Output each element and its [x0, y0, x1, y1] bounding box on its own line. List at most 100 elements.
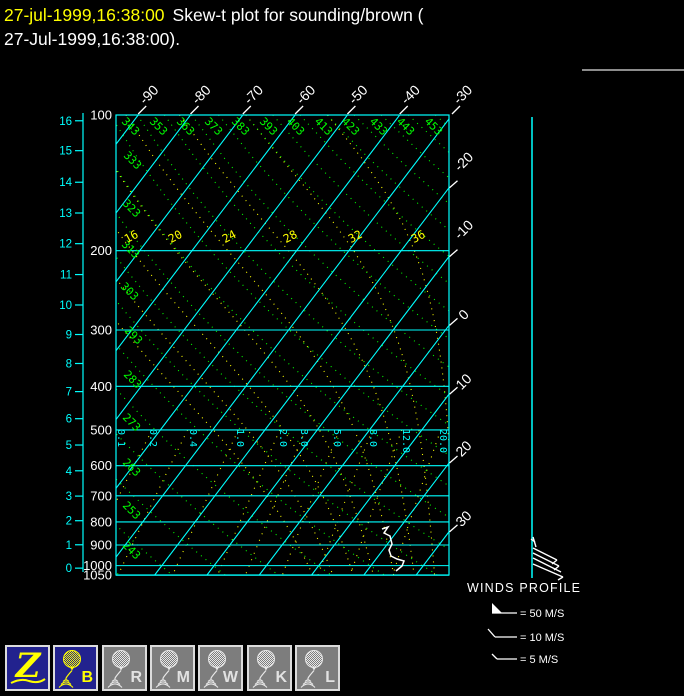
svg-text:-50: -50 — [345, 82, 371, 108]
svg-text:-10: -10 — [451, 217, 477, 243]
svg-text:20: 20 — [452, 437, 474, 459]
svg-text:343: 343 — [119, 115, 142, 138]
svg-text:1050: 1050 — [83, 568, 112, 583]
svg-text:32: 32 — [346, 227, 365, 246]
isotherms — [116, 115, 449, 575]
wind-barbs — [530, 536, 564, 581]
svg-text:2: 2 — [66, 516, 72, 528]
svg-text:28: 28 — [281, 227, 300, 246]
svg-text:8.0: 8.0 — [367, 429, 378, 447]
skew-t-plot: 1002003004005006007008009001000105016151… — [59, 69, 684, 666]
svg-text:400: 400 — [90, 379, 112, 394]
svg-text:0.1: 0.1 — [115, 429, 126, 447]
svg-text:800: 800 — [90, 514, 112, 529]
toolbar-button-sounding-b[interactable]: B — [53, 645, 98, 691]
svg-text:0.4: 0.4 — [187, 429, 198, 447]
svg-text:353: 353 — [147, 115, 170, 138]
svg-text:403: 403 — [284, 115, 307, 138]
svg-text:-80: -80 — [188, 82, 214, 108]
svg-text:24: 24 — [220, 227, 239, 246]
toolbar-button-letter: M — [176, 669, 190, 686]
plot-lines — [116, 115, 449, 575]
toolbar-button-zebra-logo[interactable]: Z — [5, 645, 50, 691]
svg-text:= 50 M/S: = 50 M/S — [520, 608, 564, 620]
svg-text:700: 700 — [90, 488, 112, 503]
mixing-ratio-labels: 0.1 0.2 0.4 1.0 2.0 3.0 5.0 8.0 12.0 20.0 — [115, 429, 448, 453]
svg-text:36: 36 — [409, 227, 428, 246]
toolbar-button-letter: L — [325, 669, 335, 686]
svg-text:243: 243 — [120, 539, 143, 562]
svg-text:0: 0 — [455, 306, 472, 323]
svg-text:20: 20 — [166, 227, 185, 246]
svg-text:-90: -90 — [136, 82, 162, 108]
moist-adiabat-labels: 16 20 24 28 32 36 — [122, 227, 428, 246]
svg-text:15: 15 — [59, 146, 72, 158]
dry-adiabats — [116, 115, 449, 575]
svg-text:4: 4 — [66, 466, 73, 478]
sounding-trace — [381, 525, 406, 572]
toolbar-button-letter: B — [81, 669, 93, 686]
toolbar-button-sounding-l[interactable]: L — [295, 645, 340, 691]
svg-text:8: 8 — [66, 358, 72, 370]
svg-text:373: 373 — [202, 115, 225, 138]
svg-text:12: 12 — [59, 239, 72, 251]
svg-text:1.0: 1.0 — [234, 429, 245, 447]
svg-text:5: 5 — [66, 440, 72, 452]
svg-text:413: 413 — [312, 115, 335, 138]
title-line-2: 27-Jul-1999,16:38:00). — [4, 29, 181, 49]
svg-text:393: 393 — [257, 115, 280, 138]
svg-text:383: 383 — [229, 115, 252, 138]
toolbar-button-letter: W — [222, 669, 238, 686]
radiosonde-balloon-icon — [300, 650, 323, 688]
svg-text:1: 1 — [66, 540, 72, 552]
toolbar-button-sounding-m[interactable]: M — [150, 645, 195, 691]
svg-text:14: 14 — [59, 177, 72, 189]
toolbar-button-letter: K — [275, 669, 287, 686]
svg-text:-70: -70 — [240, 82, 266, 108]
svg-text:3.0: 3.0 — [298, 429, 309, 447]
toolbar-button-sounding-r[interactable]: R — [102, 645, 147, 691]
plot-title: 27-jul-1999,16:38:00 Skew-t plot for soun… — [4, 3, 424, 51]
svg-text:= 10 M/S: = 10 M/S — [520, 632, 564, 644]
toolbar-button-sounding-k[interactable]: K — [247, 645, 292, 691]
title-line-1: 27-jul-1999,16:38:00 Skew-t plot for soun… — [4, 3, 424, 27]
svg-text:6: 6 — [66, 414, 72, 426]
svg-text:-30: -30 — [450, 82, 476, 108]
title-text: Skew-t plot for sounding/brown ( — [172, 5, 424, 25]
svg-text:303: 303 — [118, 280, 141, 303]
svg-text:-40: -40 — [397, 82, 423, 108]
toolbar-button-letter: R — [130, 669, 142, 686]
title-timestamp: 27-jul-1999,16:38:00 — [4, 5, 165, 25]
svg-text:0.2: 0.2 — [147, 429, 158, 447]
svg-text:9: 9 — [66, 330, 72, 342]
svg-text:423: 423 — [339, 115, 362, 138]
svg-text:200: 200 — [90, 243, 112, 258]
svg-text:323: 323 — [120, 197, 143, 220]
svg-text:-20: -20 — [451, 149, 477, 175]
svg-text:2.0: 2.0 — [277, 429, 288, 447]
svg-text:5.0: 5.0 — [331, 429, 342, 447]
svg-text:7: 7 — [66, 387, 72, 399]
svg-text:263: 263 — [120, 456, 143, 479]
svg-text:11: 11 — [60, 270, 72, 282]
toolbar-button-sounding-w[interactable]: W — [198, 645, 243, 691]
svg-text:12.0: 12.0 — [400, 429, 411, 453]
svg-text:100: 100 — [90, 108, 112, 123]
svg-text:293: 293 — [122, 324, 145, 347]
svg-text:900: 900 — [90, 537, 112, 552]
svg-text:300: 300 — [90, 322, 112, 337]
toolbar: ZBRMWKL — [0, 645, 684, 691]
app-window: 100 200 300 400 500 600 700 800 900 1000 1050 16 15 1… — [0, 0, 684, 696]
svg-text:253: 253 — [120, 499, 143, 522]
svg-text:0: 0 — [66, 563, 72, 575]
height-axis: 161514131211109876543210 — [59, 113, 84, 575]
svg-text:16: 16 — [59, 116, 72, 128]
svg-text:3: 3 — [66, 491, 72, 503]
svg-text:600: 600 — [90, 458, 112, 473]
svg-text:453: 453 — [422, 115, 445, 138]
svg-text:433: 433 — [367, 115, 390, 138]
svg-text:500: 500 — [90, 422, 112, 437]
top-temp-labels: -90 -80 -70 -60 -50 -40 -30 — [136, 82, 476, 115]
svg-text:20.0: 20.0 — [437, 429, 448, 453]
svg-text:10: 10 — [59, 300, 72, 312]
